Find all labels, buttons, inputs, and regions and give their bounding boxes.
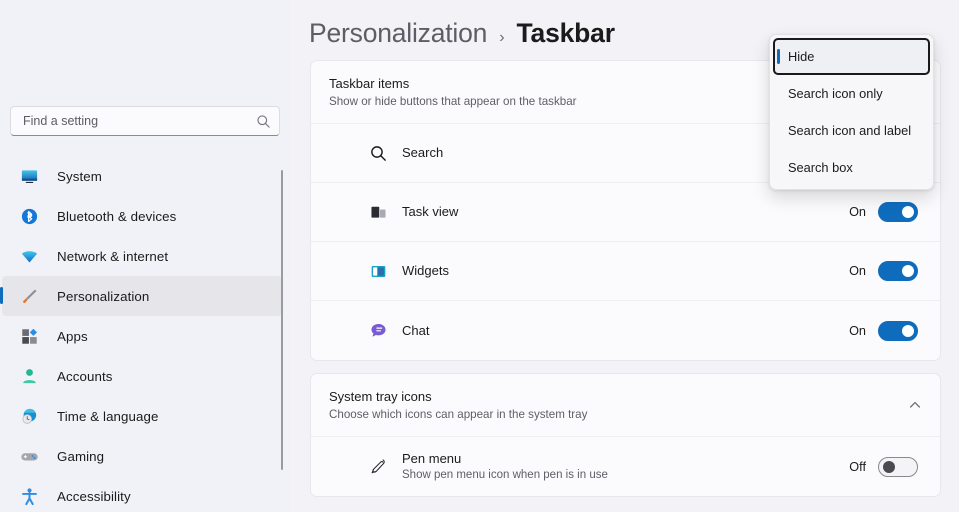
chat-icon	[371, 324, 386, 337]
table-row[interactable]: Chat On	[311, 301, 940, 360]
sidebar-item-label: Network & internet	[57, 248, 169, 264]
sidebar-item-accessibility[interactable]: Accessibility	[2, 476, 282, 512]
task-view-icon	[371, 206, 386, 218]
bluetooth-icon	[21, 208, 38, 224]
sidebar-item-personalization[interactable]: Personalization	[0, 276, 282, 316]
system-monitor-icon	[21, 169, 38, 183]
menu-item-search-icon-and-label[interactable]: Search icon and label	[773, 112, 930, 149]
search-mode-dropdown-menu: Hide Search icon only Search icon and la…	[769, 34, 934, 190]
table-row[interactable]: Pen menu Show pen menu icon when pen is …	[311, 437, 940, 496]
toggle-state-label: On	[849, 323, 866, 338]
accessibility-icon	[22, 487, 37, 505]
pen-icon	[371, 459, 385, 474]
toggle-widgets[interactable]	[878, 261, 918, 281]
wifi-icon	[21, 250, 38, 262]
sidebar-item-label: Accounts	[57, 368, 113, 384]
menu-item-label: Hide	[788, 49, 815, 64]
sidebar-item-label: Gaming	[57, 448, 105, 464]
toggle-state-label: Off	[849, 459, 866, 474]
card-subtitle: Choose which icons can appear in the sys…	[329, 408, 588, 421]
sidebar-item-label: System	[57, 168, 102, 184]
search-icon	[257, 114, 270, 128]
menu-item-search-box[interactable]: Search box	[773, 149, 930, 186]
sidebar-scrollbar[interactable]	[281, 170, 283, 470]
clock-globe-icon	[22, 408, 37, 424]
sidebar-item-gaming[interactable]: Gaming	[2, 436, 282, 476]
sidebar-item-label: Time & language	[57, 408, 159, 424]
menu-item-label: Search icon only	[788, 86, 883, 101]
row-title: Pen menu	[402, 450, 462, 466]
sidebar-search	[0, 106, 290, 136]
sidebar-item-system[interactable]: System	[2, 156, 282, 196]
widgets-icon	[371, 265, 386, 277]
gamepad-icon	[21, 452, 38, 460]
sidebar-item-label: Apps	[57, 328, 88, 344]
toggle-state-label: On	[849, 205, 866, 219]
person-icon	[23, 368, 36, 383]
table-row[interactable]: Widgets On	[311, 242, 940, 301]
sidebar-item-label: Personalization	[57, 288, 150, 304]
breadcrumb-separator-icon: ›	[499, 29, 505, 46]
menu-item-label: Search icon and label	[788, 123, 912, 138]
page-title: Taskbar	[516, 18, 615, 48]
breadcrumb-parent[interactable]: Personalization	[309, 18, 487, 49]
sidebar-item-accounts[interactable]: Accounts	[2, 356, 282, 396]
row-title: Task view	[402, 204, 459, 219]
search-input[interactable]	[23, 114, 256, 128]
sidebar-item-label: Bluetooth & devices	[57, 208, 177, 224]
toggle-pen-menu[interactable]	[878, 456, 918, 477]
apps-grid-icon	[22, 328, 38, 344]
card-title: System tray icons	[329, 389, 432, 404]
menu-item-label: Search box	[788, 160, 853, 175]
menu-item-hide[interactable]: Hide	[773, 38, 930, 75]
row-title: Chat	[402, 322, 430, 338]
paintbrush-icon	[23, 288, 37, 303]
table-row[interactable]: Task view On	[311, 183, 940, 242]
sidebar-item-time-language[interactable]: Time & language	[2, 396, 282, 436]
toggle-chat[interactable]	[878, 320, 918, 341]
search-icon	[371, 145, 386, 161]
settings-window: System Bluetooth & devices Network & int…	[0, 0, 959, 512]
toggle-state-label: On	[849, 264, 866, 278]
card-system-tray-icons: System tray icons Choose which icons can…	[310, 373, 941, 497]
sidebar-item-label: Accessibility	[57, 488, 131, 504]
toggle-task-view[interactable]	[878, 202, 918, 222]
row-title: Widgets	[402, 263, 449, 278]
row-subtitle: Show pen menu icon when pen is in use	[402, 468, 608, 481]
sidebar-item-network-internet[interactable]: Network & internet	[2, 236, 282, 276]
sidebar-nav: System Bluetooth & devices Network & int…	[0, 156, 290, 512]
chevron-up-icon[interactable]	[908, 398, 922, 412]
card-header[interactable]: System tray icons Choose which icons can…	[311, 374, 940, 437]
sidebar-item-apps[interactable]: Apps	[2, 316, 282, 356]
sidebar: System Bluetooth & devices Network & int…	[0, 0, 290, 512]
menu-item-search-icon-only[interactable]: Search icon only	[773, 75, 930, 112]
search-box[interactable]	[10, 106, 280, 136]
sidebar-item-bluetooth-devices[interactable]: Bluetooth & devices	[2, 196, 282, 236]
